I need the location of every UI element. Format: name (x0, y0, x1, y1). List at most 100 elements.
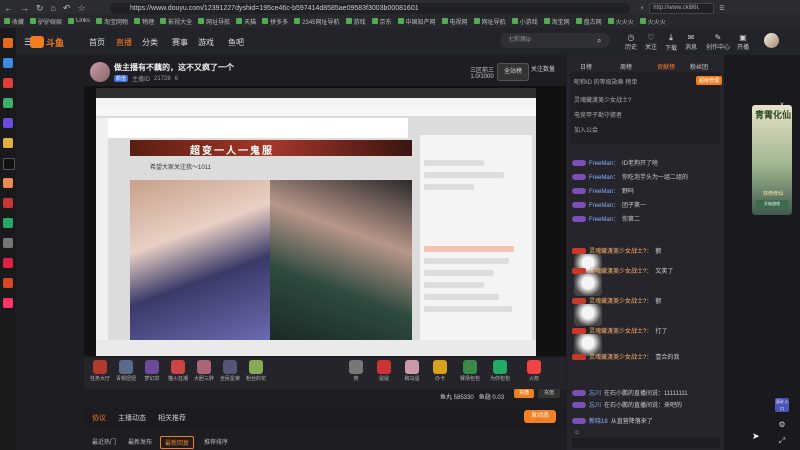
bookmark-item[interactable]: 京东 (371, 17, 392, 26)
bookmark-item[interactable]: 收藏 (4, 17, 24, 26)
tab-weekly[interactable]: 周榜 (620, 62, 632, 71)
chat-username[interactable]: 新晓18 (589, 416, 608, 425)
home-icon[interactable]: ⌂ (51, 3, 56, 14)
history-button[interactable]: ◷ 历史 (622, 33, 640, 51)
user-avatar[interactable] (764, 33, 779, 48)
tab-streamer-updates[interactable]: 主播动态 (118, 413, 146, 423)
gift-item[interactable]: 任务大厅 (88, 360, 112, 382)
subtab-latest[interactable]: 最新发布 (124, 436, 156, 447)
message-button[interactable]: ✉ 消息 (682, 33, 700, 51)
chat-username[interactable]: FreeMan： (589, 186, 619, 195)
gift-item[interactable]: 荧 (344, 360, 368, 382)
app-icon[interactable] (3, 158, 15, 170)
chat-username[interactable]: FreeMan： (589, 214, 619, 223)
tab-agreement[interactable]: 协议 (92, 413, 106, 423)
settings-icon[interactable]: ⚙ (777, 420, 787, 430)
app-icon[interactable] (3, 58, 13, 68)
undo-icon[interactable]: ↶ (63, 3, 71, 14)
game-ad[interactable] (752, 105, 792, 215)
activity-entry[interactable]: 活动 入口 (775, 398, 789, 412)
rank-box[interactable]: 三区前三 1.0/1000 (470, 65, 494, 80)
tab-fanclub[interactable]: 粉丝团 (690, 62, 708, 71)
bookmark-item[interactable]: 拼多多 (262, 17, 288, 26)
nav-live[interactable]: 直播 (116, 37, 132, 48)
creator-button[interactable]: ✎ 创作中心 (706, 33, 730, 51)
bookmark-item[interactable]: 网址导航 (473, 17, 506, 26)
app-icon[interactable] (3, 278, 13, 288)
bookmark-item[interactable]: 火火火 (607, 17, 634, 26)
star-icon[interactable]: ☆ (78, 3, 86, 14)
browser-search-box[interactable]: http://www.ckl86l. (649, 3, 715, 14)
chat-username[interactable]: FreeMan： (589, 200, 619, 209)
bookmark-item[interactable]: 网址导航 (198, 17, 230, 26)
post-update-button[interactable]: 发动态 (524, 410, 556, 423)
address-bar[interactable]: https://www.douyu.com/12391227dyshid=195… (110, 3, 630, 14)
chat-username[interactable]: 灵魂藏渡美少女战士?： (589, 352, 652, 361)
chat-username[interactable]: FreeMan： (589, 172, 619, 181)
app-icon[interactable] (3, 218, 13, 228)
bookmark-item[interactable]: Links (68, 18, 90, 24)
follow-button[interactable]: ♡ 关注 (642, 33, 660, 51)
back-icon[interactable]: ← (4, 3, 13, 14)
leaderboard-button[interactable]: 全站榜 (497, 63, 529, 81)
go-live-button[interactable]: ▣ 开播 (734, 33, 752, 51)
chat-username[interactable]: 忘川 (589, 388, 601, 397)
app-icon[interactable] (3, 138, 13, 148)
app-icon[interactable] (3, 38, 13, 48)
expand-icon[interactable]: ⤢ (777, 436, 787, 446)
recharge-secondary-button[interactable]: 充值 (538, 389, 560, 398)
gift-item[interactable]: 粉丝的花 (244, 360, 268, 382)
nav-home[interactable]: 首页 (89, 37, 105, 48)
gift-item[interactable]: 火箭 (522, 360, 546, 382)
gift-item[interactable]: 鼠鼠 (372, 360, 396, 382)
app-icon[interactable] (3, 118, 13, 128)
app-icon[interactable] (3, 258, 13, 268)
gift-item[interactable]: 梦幻宗 (140, 360, 164, 382)
nav-category[interactable]: 分类 (142, 37, 158, 48)
bookmark-item[interactable]: 驴驴娱娱 (30, 17, 62, 26)
search-input[interactable]: 七彩原ip (500, 33, 610, 48)
gift-item[interactable]: 全民星荣 (218, 360, 242, 382)
download-button[interactable]: ⤓ 下载 (662, 33, 680, 52)
menu-icon[interactable]: ☰ (719, 5, 724, 12)
refresh-icon[interactable]: ↻ (36, 3, 44, 14)
tab-contribution[interactable]: 贡献榜 (657, 62, 675, 71)
streamer-name[interactable]: 主播ID (132, 74, 150, 83)
zoom-icon[interactable]: ⚡ (640, 5, 644, 12)
emoji-icon[interactable]: ☺ (574, 430, 580, 436)
subtab-latest-reply[interactable]: 最新回复 (160, 436, 195, 449)
chat-username[interactable]: FreeMan： (589, 158, 619, 167)
gift-item[interactable]: 赛场包包 (458, 360, 482, 382)
search-icon[interactable]: ⌕ (597, 36, 601, 46)
ad-play-button[interactable]: 开始游戏 (756, 200, 788, 208)
app-icon[interactable] (3, 78, 13, 88)
gift-item[interactable]: 青铜扭扭 (114, 360, 138, 382)
chat-username[interactable]: 忘川 (589, 400, 601, 409)
subtab-hot[interactable]: 最近热门 (88, 436, 120, 447)
chat-input[interactable] (572, 438, 720, 448)
bookmark-item[interactable]: 物理 (134, 17, 154, 26)
bookmark-item[interactable]: 火火火 (639, 17, 666, 26)
app-icon[interactable] (3, 178, 13, 188)
gift-item[interactable]: 大胆三胖 (192, 360, 216, 382)
subtab-sort[interactable]: 推荐排序 (200, 436, 232, 447)
bookmark-item[interactable]: 影视大全 (160, 17, 192, 26)
streamer-avatar[interactable] (90, 62, 110, 82)
bookmark-item[interactable]: 天猫 (236, 17, 256, 26)
douyu-logo[interactable]: 斗鱼 (30, 35, 70, 49)
bookmark-item[interactable]: 游戏 (345, 17, 366, 26)
category-tag[interactable]: 颜值 (114, 75, 129, 82)
app-icon[interactable] (3, 298, 13, 308)
nav-yuba[interactable]: 鱼吧 (228, 37, 244, 48)
app-icon[interactable] (3, 198, 13, 208)
gift-item[interactable]: 办卡 (428, 360, 452, 382)
tab-recommend[interactable]: 相关推荐 (158, 413, 186, 423)
app-icon[interactable] (3, 98, 13, 108)
bookmark-item[interactable]: 2345网址导航 (294, 17, 340, 26)
gift-item[interactable]: 稿乌蛋 (400, 360, 424, 382)
bookmark-item[interactable]: 盘古网 (575, 17, 602, 26)
nav-events[interactable]: 赛事 (172, 37, 188, 48)
recharge-button[interactable]: 充值 (514, 389, 534, 398)
bookmark-item[interactable]: 中国知产网 (397, 17, 436, 26)
close-icon[interactable]: × (777, 100, 787, 110)
